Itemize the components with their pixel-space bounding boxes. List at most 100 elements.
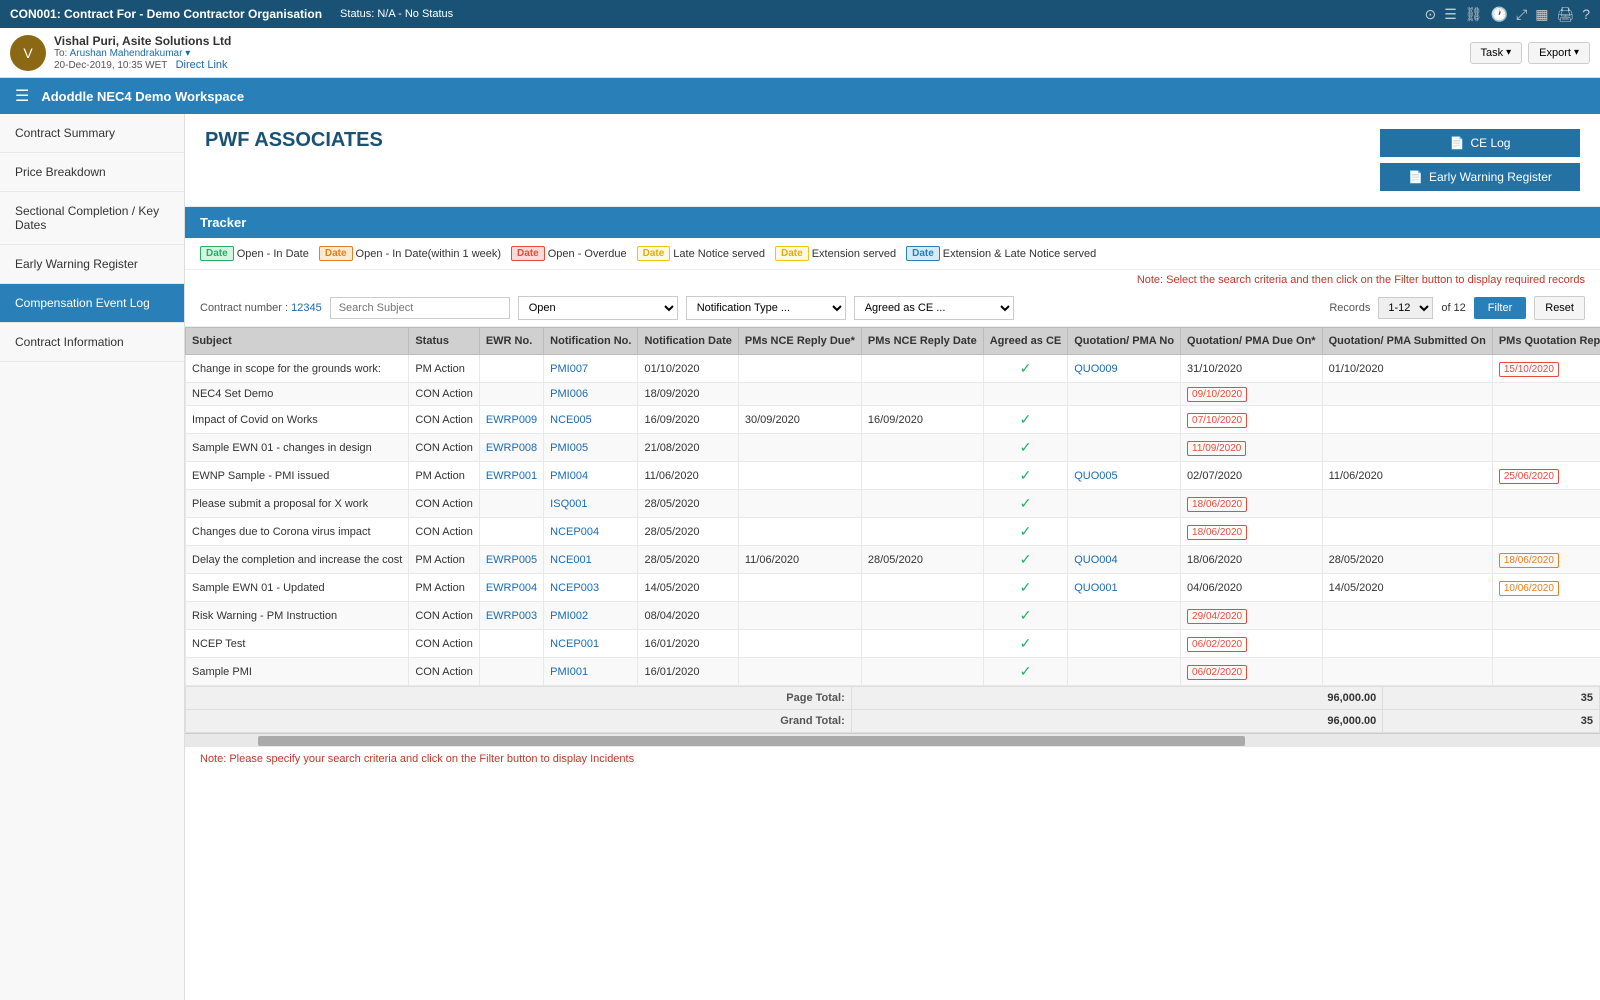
check-icon: ✓ — [1020, 467, 1032, 483]
check-icon: ✓ — [1020, 411, 1032, 427]
notification-type-select[interactable]: Notification Type ... — [686, 296, 846, 320]
check-icon: ✓ — [1020, 663, 1032, 679]
export-button[interactable]: Export ▾ — [1528, 42, 1590, 64]
legend-extension-served: Date Extension served — [775, 246, 896, 261]
check-icon: ✓ — [1020, 360, 1032, 376]
col-pms-nce-reply: PMs NCE Reply Date — [861, 328, 983, 355]
legend-open-in-date-week: Date Open - In Date(within 1 week) — [319, 246, 501, 261]
legend-late-notice: Date Late Notice served — [637, 246, 765, 261]
col-ewr: EWR No. — [479, 328, 543, 355]
col-pms-quo-due: PMs Quotation Reply Due* — [1492, 328, 1600, 355]
records-select[interactable]: 1-12 1-25 1-50 — [1378, 297, 1433, 319]
sidebar-item-compensation-event[interactable]: Compensation Event Log — [0, 284, 184, 323]
check-icon: ✓ — [1020, 607, 1032, 623]
sidebar-item-early-warning[interactable]: Early Warning Register — [0, 245, 184, 284]
top-bar: CON001: Contract For - Demo Contractor O… — [0, 0, 1600, 28]
expand-icon[interactable]: ⤢ — [1516, 6, 1527, 23]
file-icon-2: 📄 — [1408, 170, 1423, 184]
table-header-row: Subject Status EWR No. Notification No. … — [186, 328, 1600, 355]
top-bar-status: Status: N/A - No Status — [340, 8, 453, 20]
page-total-label: Page Total: — [786, 692, 844, 704]
search-input[interactable] — [330, 297, 510, 319]
user-details: Vishal Puri, Asite Solutions Ltd To: Aru… — [54, 34, 231, 71]
grid-icon[interactable]: ▦ — [1535, 6, 1548, 23]
grand-total-row: Grand Total: 96,000.00 35 — [186, 710, 1600, 733]
grand-total-days: 35 — [1383, 710, 1600, 733]
check-icon: ✓ — [1020, 551, 1032, 567]
company-name: PWF ASSOCIATES — [205, 129, 383, 152]
legend-open-overdue: Date Open - Overdue — [511, 246, 627, 261]
table-row: NEC4 Set DemoCON ActionPMI00618/09/20200… — [186, 383, 1600, 406]
direct-link[interactable]: Direct Link — [176, 59, 228, 71]
workspace-title: Adoddle NEC4 Demo Workspace — [41, 89, 244, 104]
totals-table: Page Total: 96,000.00 35 Grand Total: 96… — [185, 686, 1600, 733]
content-area: PWF ASSOCIATES 📄 CE Log 📄 Early Warning … — [185, 114, 1600, 1000]
legend-extension-late: Date Extension & Late Notice served — [906, 246, 1096, 261]
avatar: V — [10, 35, 46, 71]
page-total-price: 96,000.00 — [851, 687, 1383, 710]
clock-icon[interactable]: 🕐 — [1491, 6, 1508, 23]
contract-number-link[interactable]: 12345 — [291, 302, 322, 314]
file-icon: 📄 — [1450, 136, 1465, 150]
task-button[interactable]: Task ▾ — [1470, 42, 1523, 64]
grand-total-price: 96,000.00 — [851, 710, 1383, 733]
table-row: Sample PMICON ActionPMI00116/01/2020✓06/… — [186, 658, 1600, 686]
col-subject: Subject — [186, 328, 409, 355]
top-bar-icons: ⊙ ☰ ⛓ 🕐 ⤢ ▦ 🖨 ? — [1424, 6, 1590, 23]
ewr-button[interactable]: 📄 Early Warning Register — [1380, 163, 1580, 191]
user-info: V Vishal Puri, Asite Solutions Ltd To: A… — [10, 34, 231, 71]
printer-icon[interactable]: 🖨 — [1556, 6, 1574, 23]
user-bar: V Vishal Puri, Asite Solutions Ltd To: A… — [0, 28, 1600, 78]
contract-number-label: Contract number : 12345 — [200, 302, 322, 314]
of-label: of 12 — [1441, 302, 1465, 314]
sidebar-item-sectional-completion[interactable]: Sectional Completion / Key Dates — [0, 192, 184, 245]
table-row: Changes due to Corona virus impactCON Ac… — [186, 518, 1600, 546]
table-row: Delay the completion and increase the co… — [186, 546, 1600, 574]
search-note: Note: Select the search criteria and the… — [185, 270, 1600, 290]
hamburger-icon[interactable]: ☰ — [15, 86, 29, 106]
link-icon[interactable]: ⛓ — [1465, 6, 1483, 23]
page-total-days: 35 — [1383, 687, 1600, 710]
reset-button[interactable]: Reset — [1534, 296, 1585, 320]
help-icon[interactable]: ? — [1582, 6, 1590, 22]
company-buttons: 📄 CE Log 📄 Early Warning Register — [1380, 129, 1580, 191]
table-body: Change in scope for the grounds work:PM … — [186, 355, 1600, 686]
table-row: Impact of Covid on WorksCON ActionEWRP00… — [186, 406, 1600, 434]
search-bar: Contract number : 12345 Open Closed All … — [185, 290, 1600, 327]
user-to: To: Arushan Mahendrakumar ▾ — [54, 48, 231, 59]
sidebar-item-price-breakdown[interactable]: Price Breakdown — [0, 153, 184, 192]
col-quo-due: Quotation/ PMA Due On* — [1181, 328, 1323, 355]
grand-total-label: Grand Total: — [780, 715, 845, 727]
legend: Date Open - In Date Date Open - In Date(… — [185, 238, 1600, 270]
sidebar-item-contract-info[interactable]: Contract Information — [0, 323, 184, 362]
filter-button[interactable]: Filter — [1474, 297, 1526, 319]
col-quo-no: Quotation/ PMA No — [1068, 328, 1181, 355]
ce-log-button[interactable]: 📄 CE Log — [1380, 129, 1580, 157]
bottom-note: Note: Please specify your search criteri… — [185, 747, 1600, 771]
main-layout: Contract Summary Price Breakdown Section… — [0, 114, 1600, 1000]
user-date: 20-Dec-2019, 10:35 WET Direct Link — [54, 59, 231, 71]
horizontal-scrollbar[interactable] — [185, 733, 1600, 747]
table-row: Sample EWN 01 - UpdatedPM ActionEWRP004N… — [186, 574, 1600, 602]
table-row: EWNP Sample - PMI issuedPM ActionEWRP001… — [186, 462, 1600, 490]
table-row: Sample EWN 01 - changes in designCON Act… — [186, 434, 1600, 462]
col-notif-no: Notification No. — [544, 328, 638, 355]
sidebar-item-contract-summary[interactable]: Contract Summary — [0, 114, 184, 153]
col-status: Status — [409, 328, 479, 355]
scroll-thumb[interactable] — [258, 736, 1246, 746]
user-actions: Task ▾ Export ▾ — [1470, 42, 1590, 64]
tracker-header: Tracker — [185, 207, 1600, 238]
bars-icon[interactable]: ☰ — [1444, 6, 1457, 23]
check-icon: ✓ — [1020, 523, 1032, 539]
legend-open-in-date: Date Open - In Date — [200, 246, 309, 261]
table-row: Risk Warning - PM InstructionCON ActionE… — [186, 602, 1600, 630]
table-row: NCEP TestCON ActionNCEP00116/01/2020✓06/… — [186, 630, 1600, 658]
status-select[interactable]: Open Closed All — [518, 296, 678, 320]
task-dropdown-arrow: ▾ — [1506, 47, 1511, 58]
check-icon: ✓ — [1020, 495, 1032, 511]
top-bar-title: CON001: Contract For - Demo Contractor O… — [10, 7, 322, 21]
circle-icon[interactable]: ⊙ — [1424, 6, 1436, 23]
agreed-as-ce-select[interactable]: Agreed as CE ... Agreed as CE Not Agreed — [854, 296, 1014, 320]
col-notif-date: Notification Date — [638, 328, 738, 355]
export-dropdown-arrow: ▾ — [1574, 47, 1579, 58]
